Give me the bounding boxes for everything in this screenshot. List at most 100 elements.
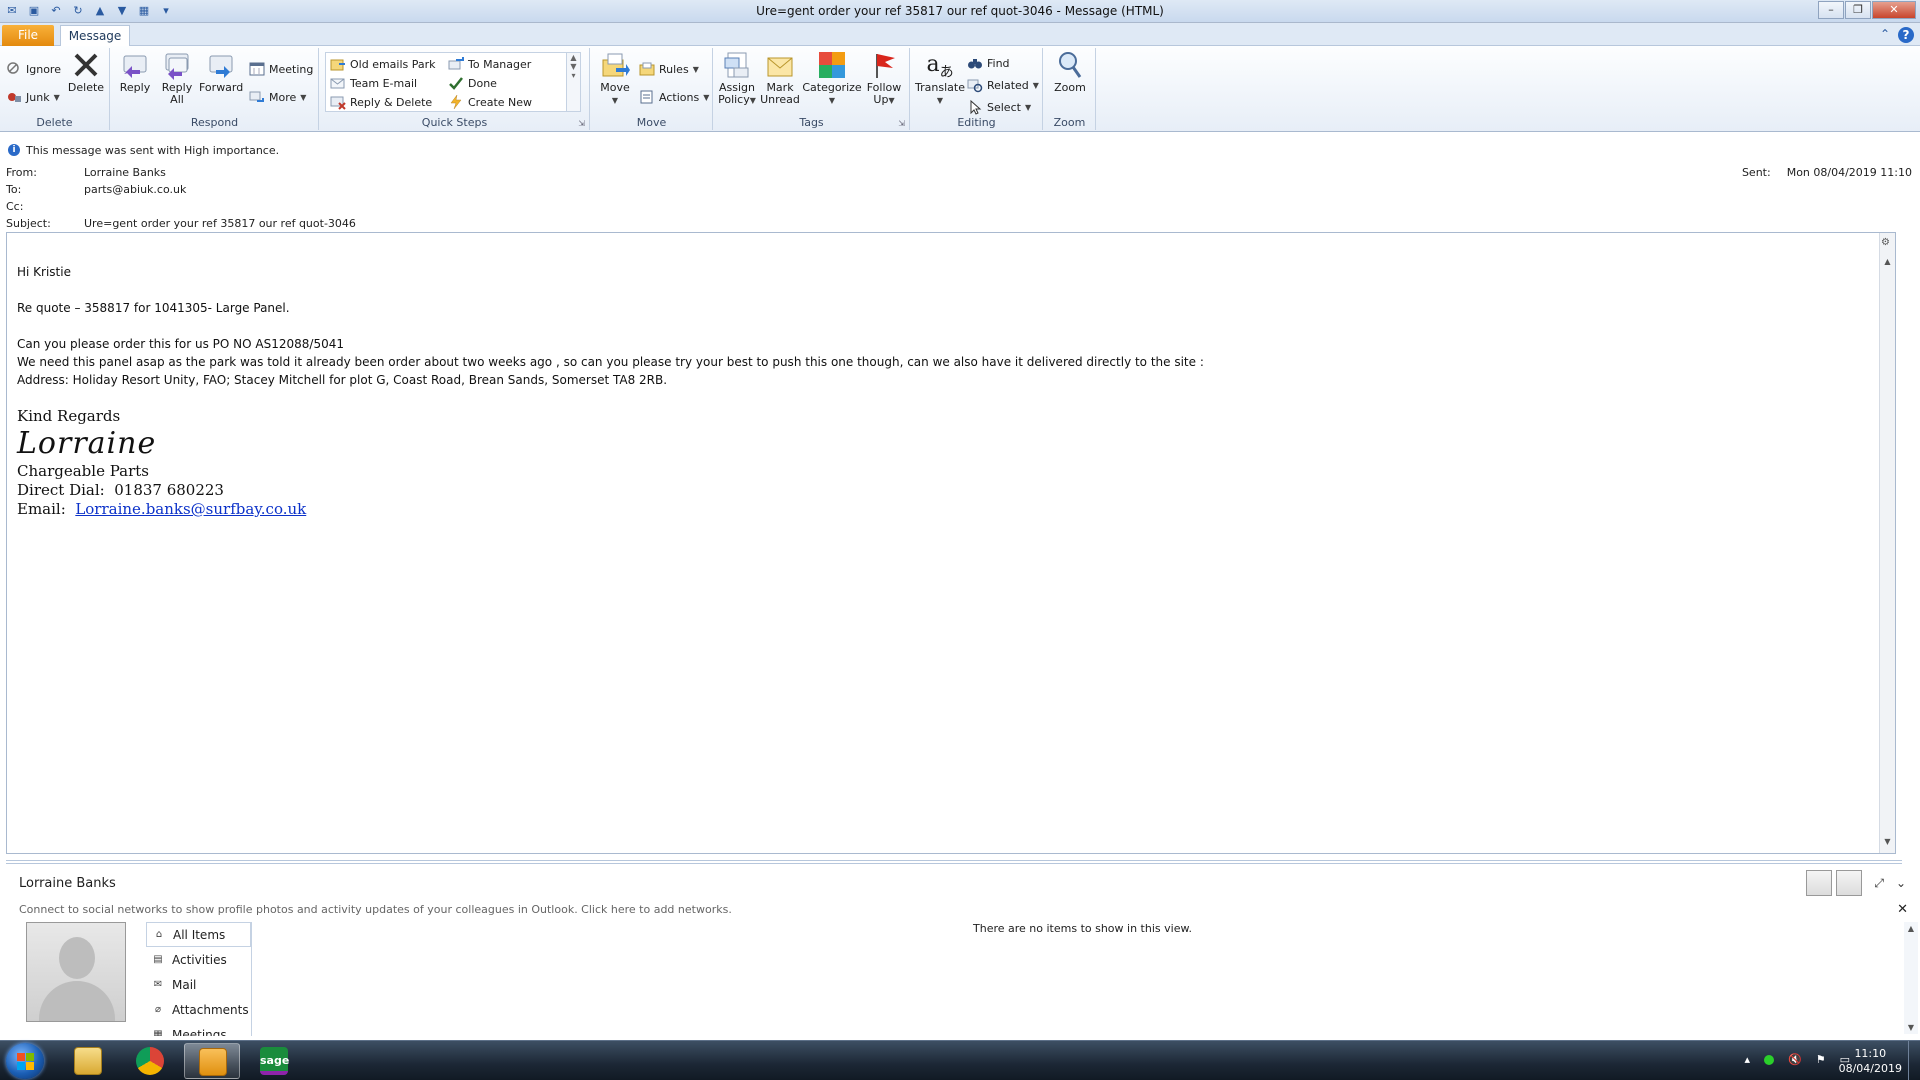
- cc-row: Cc:: [6, 200, 24, 213]
- avatar-small-selected[interactable]: [1836, 870, 1863, 896]
- filter-all-items[interactable]: ⌂ All Items: [146, 922, 251, 947]
- quick-steps-launcher-icon[interactable]: ⇲: [578, 119, 585, 128]
- taskbar-chrome[interactable]: [122, 1043, 178, 1079]
- status-dot-icon[interactable]: [1764, 1054, 1775, 1065]
- find-button[interactable]: Find: [967, 54, 1010, 72]
- junk-button[interactable]: Junk ▼: [6, 88, 60, 106]
- ignore-button[interactable]: Ignore: [6, 60, 61, 78]
- select-button[interactable]: Select ▼: [967, 98, 1031, 116]
- zoom-button[interactable]: Zoom: [1050, 50, 1090, 94]
- people-pane-splitter[interactable]: [6, 860, 1902, 864]
- clock-time: 11:10: [1854, 1047, 1887, 1060]
- help-icon[interactable]: ?: [1898, 27, 1914, 43]
- avatar-small[interactable]: [1806, 870, 1833, 896]
- minimize-button[interactable]: –: [1818, 1, 1844, 19]
- group-label-quick-steps: Quick Steps: [421, 116, 488, 129]
- actions-dropdown-icon: ▼: [703, 92, 710, 102]
- taskbar-outlook[interactable]: [184, 1043, 240, 1079]
- quick-step-team-email[interactable]: Team E-mail: [330, 74, 417, 92]
- flag-icon: [869, 50, 899, 80]
- to-row: To: parts@abiuk.co.uk: [6, 183, 187, 196]
- assign-policy-button[interactable]: Assign Policy▼: [716, 50, 758, 107]
- group-label-zoom: Zoom: [1053, 116, 1086, 129]
- people-pane-scrollbar[interactable]: ▲ ▼: [1904, 922, 1918, 1034]
- mark-unread-button[interactable]: Mark Unread: [760, 50, 800, 106]
- filter-mail[interactable]: ✉ Mail: [146, 972, 251, 997]
- start-button[interactable]: [6, 1043, 44, 1079]
- forward-button[interactable]: Forward: [199, 50, 243, 94]
- scroll-up-icon[interactable]: ▲: [1880, 257, 1895, 271]
- delete-button[interactable]: Delete: [66, 50, 106, 94]
- related-dropdown-icon: ▼: [1032, 80, 1039, 90]
- reply-all-button[interactable]: Reply All: [159, 50, 195, 106]
- quick-step-old-emails-park[interactable]: Old emails Park: [330, 55, 436, 73]
- group-respond: Reply Reply All Forward Meeting More ▼ Re…: [111, 48, 319, 130]
- outlook-icon: [199, 1048, 227, 1076]
- from-value[interactable]: Lorraine Banks: [84, 166, 166, 179]
- tab-file[interactable]: File: [2, 25, 54, 46]
- more-respond-button[interactable]: More ▼: [249, 88, 306, 106]
- binoculars-icon: [967, 55, 983, 71]
- quote-line: Re quote – 358817 for 1041305- Large Pan…: [17, 301, 290, 315]
- group-label-move: Move: [636, 116, 667, 129]
- filter-activities[interactable]: ▤ Activities: [146, 947, 251, 972]
- quick-step-reply-delete[interactable]: Reply & Delete: [330, 93, 432, 111]
- quick-step-done[interactable]: Done: [448, 74, 497, 92]
- ribbon: Ignore Junk ▼ Delete Delete Reply Reply A…: [0, 46, 1920, 132]
- move-button[interactable]: Move ▼: [595, 50, 635, 107]
- quick-step-to-manager[interactable]: To Manager: [448, 55, 531, 73]
- greeting: Hi Kristie: [17, 265, 71, 279]
- activities-icon: ▤: [153, 953, 163, 965]
- sig-email-link[interactable]: Lorraine.banks@surfbay.co.uk: [75, 500, 306, 518]
- mail-icon: ✉: [153, 978, 163, 990]
- forward-icon: [206, 50, 236, 80]
- taskbar-explorer[interactable]: [60, 1043, 116, 1079]
- reply-button[interactable]: Reply: [117, 50, 153, 94]
- follow-up-dropdown-icon: ▼: [888, 96, 895, 105]
- people-filters: ⌂ All Items ▤ Activities ✉ Mail ⌀ Attachment…: [146, 922, 252, 1036]
- show-desktop-button[interactable]: [1908, 1041, 1920, 1080]
- tab-message[interactable]: Message: [60, 25, 130, 47]
- taskbar-sage[interactable]: sage: [246, 1043, 302, 1079]
- people-scroll-up-icon[interactable]: ▲: [1904, 924, 1918, 933]
- reading-options-icon[interactable]: ⚙: [1881, 237, 1890, 248]
- chrome-icon: [136, 1047, 164, 1075]
- maximize-button[interactable]: ❐: [1845, 1, 1871, 19]
- people-scroll-down-icon[interactable]: ▼: [1904, 1023, 1918, 1032]
- junk-icon: [6, 89, 22, 105]
- meeting-button[interactable]: Meeting: [249, 60, 313, 78]
- actions-button[interactable]: Actions ▼: [639, 88, 709, 106]
- related-button[interactable]: Related ▼: [967, 76, 1039, 94]
- from-row: From: Lorraine Banks: [6, 166, 166, 179]
- sent-row: Sent: Mon 08/04/2019 11:10: [1726, 166, 1912, 179]
- expand-icon[interactable]: ⤢: [1874, 876, 1884, 891]
- filter-meetings[interactable]: ▦ Meetings: [146, 1022, 251, 1037]
- translate-button[interactable]: aあ Translate ▼: [913, 50, 967, 107]
- to-value[interactable]: parts@abiuk.co.uk: [84, 183, 186, 196]
- action-center-flag-icon[interactable]: ⚑: [1816, 1053, 1826, 1066]
- body-scrollbar[interactable]: ⚙ ▲ ▼: [1879, 233, 1895, 853]
- group-zoom: Zoom Zoom: [1044, 48, 1096, 130]
- clock[interactable]: 11:10 08/04/2019: [1839, 1046, 1902, 1076]
- paperclip-icon: ⌀: [154, 1003, 162, 1015]
- quick-step-create-new[interactable]: Create New: [448, 93, 532, 111]
- close-icon[interactable]: ✕: [1897, 902, 1908, 917]
- tray-expand-icon[interactable]: ▴: [1744, 1053, 1750, 1066]
- group-quick-steps: Old emails Park Team E-mail Reply & Dele…: [320, 48, 590, 130]
- categorize-button[interactable]: Categorize ▼: [802, 50, 862, 107]
- quick-steps-scroll[interactable]: ▲ ▼ ▾: [566, 53, 580, 111]
- scroll-down-icon[interactable]: ▼: [1880, 837, 1895, 851]
- follow-up-button[interactable]: Follow Up▼: [864, 50, 904, 107]
- tags-launcher-icon[interactable]: ⇲: [898, 119, 905, 128]
- close-button[interactable]: ✕: [1872, 1, 1916, 19]
- filter-attachments[interactable]: ⌀ Attachments: [146, 997, 251, 1022]
- message-body[interactable]: Hi Kristie Re quote – 358817 for 1041305…: [6, 232, 1896, 854]
- volume-muted-icon[interactable]: 🔇: [1788, 1053, 1802, 1066]
- mark-unread-icon: [765, 50, 795, 80]
- rules-button[interactable]: Rules ▼: [639, 60, 699, 78]
- chevron-down-icon[interactable]: ⌄: [1896, 876, 1906, 890]
- social-networks-link[interactable]: Connect to social networks to show profi…: [19, 903, 732, 916]
- minimize-ribbon-icon[interactable]: ⌃: [1880, 27, 1890, 43]
- translate-dropdown-icon: ▼: [936, 96, 944, 105]
- po-line: Can you please order this for us PO NO A…: [17, 337, 344, 351]
